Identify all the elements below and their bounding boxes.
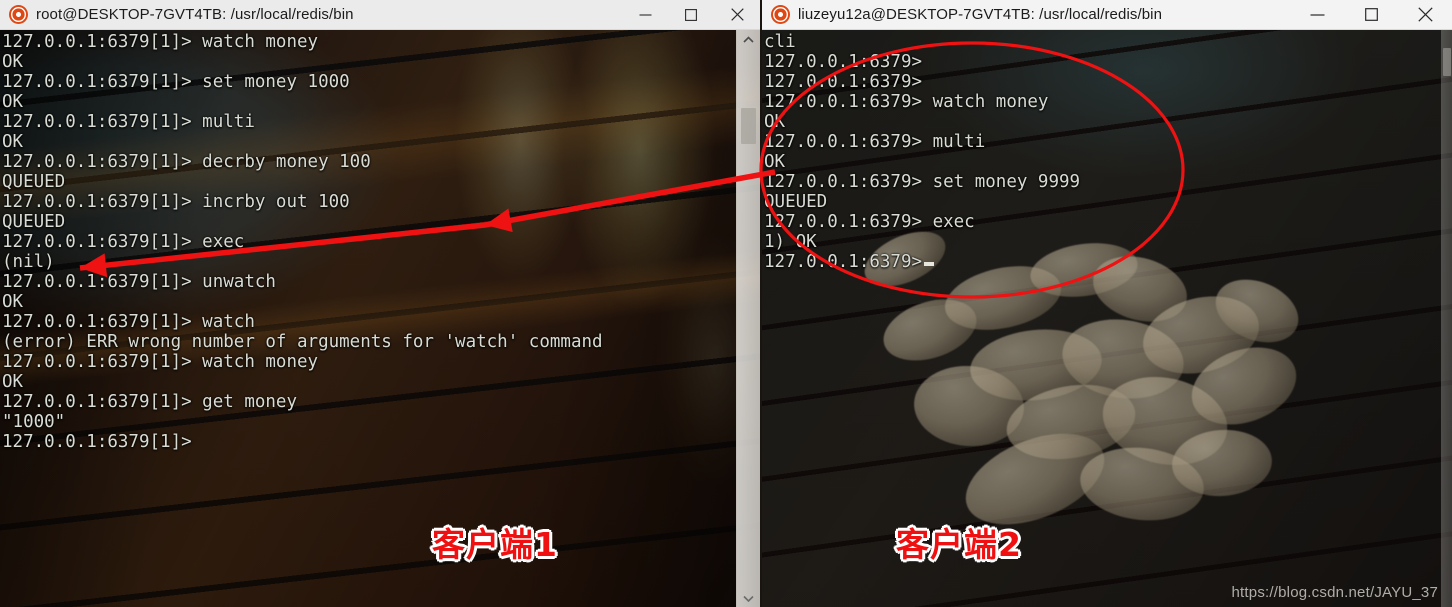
terminal-line: OK (2, 292, 24, 312)
close-button[interactable] (714, 0, 760, 30)
terminal-output-right: cli 127.0.0.1:6379> 127.0.0.1:6379> 127.0.0… (764, 32, 1080, 272)
close-button[interactable] (1398, 0, 1452, 30)
terminal-line: 127.0.0.1:6379[1]> get money (2, 392, 298, 412)
maximize-button[interactable] (668, 0, 714, 30)
terminal-line: cli (764, 32, 796, 52)
terminal-output-left: 127.0.0.1:6379[1]> watch money OK 127.0.0.… (2, 32, 603, 452)
terminal-line: OK (764, 112, 786, 132)
terminal-line: OK (2, 132, 24, 152)
ubuntu-logo-icon (771, 5, 790, 24)
terminal-line: 127.0.0.1:6379[1]> (2, 432, 192, 452)
terminal-cursor (924, 262, 935, 266)
terminal-line: (error) ERR wrong number of arguments fo… (2, 332, 603, 352)
terminal-line: "1000" (2, 412, 66, 432)
terminal-line: (nil) (2, 252, 55, 272)
scroll-down-icon[interactable] (737, 589, 760, 607)
maximize-button[interactable] (1344, 0, 1398, 30)
terminal-canvas-left[interactable]: 127.0.0.1:6379[1]> watch money OK 127.0.0.… (0, 30, 760, 607)
terminal-line: 127.0.0.1:6379> watch money (764, 92, 1049, 112)
terminal-line: 127.0.0.1:6379> exec (764, 212, 975, 232)
terminal-line: 1) OK (764, 232, 817, 252)
client-2-label: 客户端2 (895, 524, 1023, 566)
right-terminal-scrollbar[interactable] (1441, 30, 1452, 607)
terminal-line: 127.0.0.1:6379[1]> unwatch (2, 272, 276, 292)
minimize-button[interactable] (1290, 0, 1344, 30)
terminal-line: 127.0.0.1:6379> set money 9999 (764, 172, 1081, 192)
terminal-line: QUEUED (2, 172, 66, 192)
terminal-line: 127.0.0.1:6379> (764, 52, 923, 72)
terminal-line: 127.0.0.1:6379[1]> watch (2, 312, 255, 332)
terminal-line: 127.0.0.1:6379[1]> multi (2, 112, 255, 132)
client-1-label: 客户端1 (431, 524, 559, 566)
terminal-line: 127.0.0.1:6379[1]> decrby money 100 (2, 152, 371, 172)
terminal-line: 127.0.0.1:6379> multi (764, 132, 986, 152)
left-terminal-scrollbar[interactable] (736, 30, 760, 607)
terminal-line: OK (2, 92, 24, 112)
terminal-line: 127.0.0.1:6379[1]> incrby out 100 (2, 192, 350, 212)
terminal-line: OK (764, 152, 786, 172)
terminal-line: 127.0.0.1:6379[1]> watch money (2, 352, 319, 372)
terminal-window-right[interactable]: cli 127.0.0.1:6379> 127.0.0.1:6379> 127.0.0… (762, 0, 1452, 607)
terminal-line: 127.0.0.1:6379[1]> exec (2, 232, 245, 252)
window-title-right: liuzeyu12a@DESKTOP-7GVT4TB: /usr/local/r… (798, 6, 1163, 23)
titlebar-left[interactable]: root@DESKTOP-7GVT4TB: /usr/local/redis/b… (0, 0, 760, 30)
scroll-up-icon[interactable] (737, 30, 760, 48)
terminal-line: QUEUED (764, 192, 828, 212)
window-title-left: root@DESKTOP-7GVT4TB: /usr/local/redis/b… (36, 6, 354, 23)
scrollbar-thumb[interactable] (741, 108, 756, 144)
window-controls-left (622, 0, 760, 30)
terminal-line: 127.0.0.1:6379> (764, 252, 1080, 272)
terminal-line: OK (2, 52, 24, 72)
terminal-line: QUEUED (2, 212, 66, 232)
watermark-text: https://blog.csdn.net/JAYU_37 (1231, 584, 1438, 601)
terminal-line: OK (2, 372, 24, 392)
terminal-canvas-right[interactable]: cli 127.0.0.1:6379> 127.0.0.1:6379> 127.0.0… (762, 30, 1452, 607)
terminal-window-left[interactable]: 127.0.0.1:6379[1]> watch money OK 127.0.0.… (0, 0, 760, 607)
terminal-line: 127.0.0.1:6379[1]> set money 1000 (2, 72, 350, 92)
minimize-button[interactable] (622, 0, 668, 30)
ubuntu-logo-icon (9, 5, 28, 24)
terminal-line: 127.0.0.1:6379[1]> watch money (2, 32, 319, 52)
terminal-line: 127.0.0.1:6379> (764, 72, 923, 92)
titlebar-right[interactable]: liuzeyu12a@DESKTOP-7GVT4TB: /usr/local/r… (762, 0, 1452, 30)
window-controls-right (1290, 0, 1452, 30)
scrollbar-thumb[interactable] (1443, 48, 1451, 76)
